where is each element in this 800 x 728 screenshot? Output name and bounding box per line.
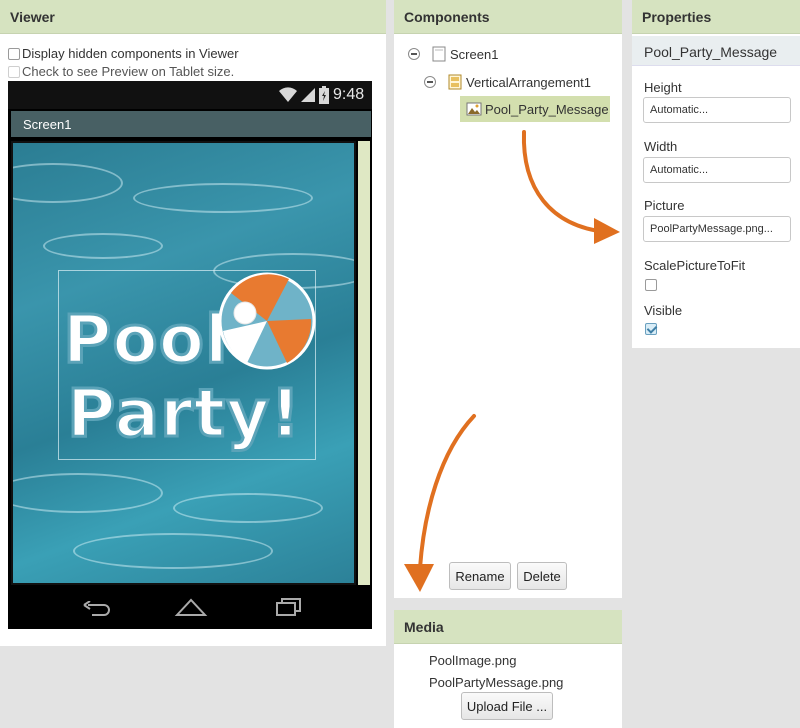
status-time: 9:48	[333, 86, 365, 103]
nav-bar	[8, 587, 372, 629]
display-hidden-option[interactable]: Display hidden components in Viewer	[8, 46, 239, 61]
width-field[interactable]: Automatic...	[643, 157, 791, 183]
display-hidden-label: Display hidden components in Viewer	[22, 46, 239, 61]
screen-icon	[432, 46, 446, 62]
tree-label: VerticalArrangement1	[466, 74, 592, 90]
beach-ball-icon	[218, 272, 316, 370]
tree-item-pool-party-message[interactable]: Pool_Party_Message	[460, 96, 610, 122]
back-icon[interactable]	[82, 601, 112, 617]
scale-picture-label: ScalePictureToFit	[644, 258, 746, 273]
media-file[interactable]: PoolImage.png	[429, 653, 516, 668]
picture-field[interactable]: PoolPartyMessage.png...	[643, 216, 791, 242]
selected-component-name: Pool_Party_Message	[632, 36, 800, 66]
collapse-icon[interactable]	[424, 76, 436, 88]
image-icon	[466, 102, 482, 116]
screen-canvas[interactable]: Pool Party!	[11, 141, 356, 585]
upload-file-button[interactable]: Upload File ...	[461, 692, 553, 720]
media-panel: Media PoolImage.png PoolPartyMessage.png…	[394, 610, 622, 728]
status-bar: 9:48	[8, 81, 372, 109]
viewer-header: Viewer	[0, 0, 386, 34]
home-icon[interactable]	[174, 597, 208, 617]
image-text-party: Party!	[65, 375, 302, 452]
components-header: Components	[394, 0, 622, 34]
screen-title: Screen1	[23, 117, 72, 132]
tablet-preview-checkbox[interactable]	[8, 65, 20, 78]
visible-label: Visible	[644, 303, 683, 318]
annotation-arrow-to-picture	[521, 130, 620, 244]
tree-label: Screen1	[450, 46, 499, 62]
viewer-panel: Viewer Display hidden components in View…	[0, 0, 386, 646]
tree-item-verticalarrangement1[interactable]: VerticalArrangement1	[424, 74, 591, 90]
properties-header: Properties	[632, 0, 800, 34]
media-header: Media	[394, 610, 622, 644]
delete-button[interactable]: Delete	[517, 562, 567, 590]
scale-picture-checkbox[interactable]	[645, 279, 657, 291]
phone-preview: 9:48 Screen1 Pool Party!	[8, 81, 372, 629]
collapse-icon[interactable]	[408, 48, 420, 60]
picture-label: Picture	[644, 198, 685, 213]
arrangement-icon	[448, 74, 462, 90]
screen-title-bar: Screen1	[11, 111, 371, 137]
recents-icon[interactable]	[274, 597, 304, 617]
width-label: Width	[644, 139, 678, 154]
media-file[interactable]: PoolPartyMessage.png	[429, 675, 563, 690]
pool-party-message-image[interactable]: Pool Party!	[58, 270, 316, 460]
wifi-icon	[279, 87, 297, 102]
height-label: Height	[644, 80, 682, 95]
battery-icon	[319, 86, 329, 104]
tree-item-screen1[interactable]: Screen1	[408, 46, 498, 62]
tablet-preview-label: Check to see Preview on Tablet size.	[22, 64, 235, 79]
screen-scroll-strip	[358, 141, 370, 585]
image-text-pool: Pool	[62, 301, 230, 378]
properties-panel: Properties Pool_Party_Message Height Aut…	[632, 0, 800, 348]
annotation-arrow-to-media	[404, 414, 476, 592]
tree-label: Pool_Party_Message	[485, 101, 609, 117]
display-hidden-checkbox[interactable]	[8, 47, 20, 60]
signal-icon	[301, 88, 315, 102]
visible-checkbox[interactable]	[645, 323, 657, 335]
height-field[interactable]: Automatic...	[643, 97, 791, 123]
tablet-preview-option[interactable]: Check to see Preview on Tablet size.	[8, 64, 234, 79]
